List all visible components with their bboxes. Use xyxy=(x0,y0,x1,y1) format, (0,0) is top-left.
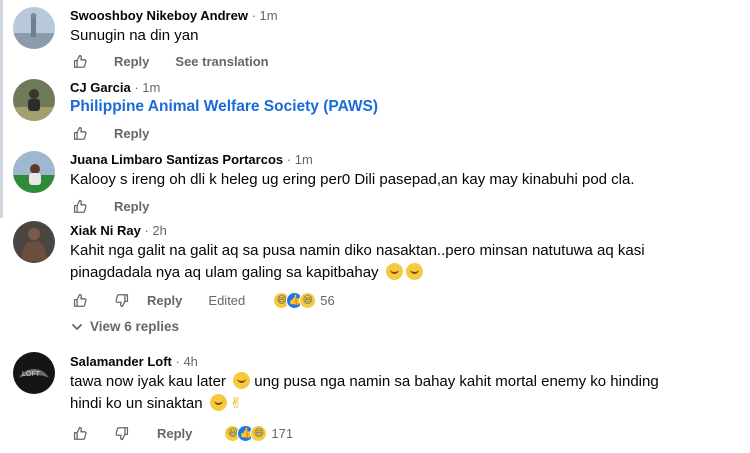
see-translation-link[interactable]: See translation xyxy=(175,54,268,69)
view-replies-button[interactable]: View 6 replies xyxy=(70,319,179,334)
svg-text:LOFT: LOFT xyxy=(22,371,41,378)
reply-button[interactable]: Reply xyxy=(114,54,149,69)
reaction-count: 56 xyxy=(320,292,335,308)
author-name[interactable]: Swooshboy Nikeboy Andrew xyxy=(70,8,248,23)
avatar[interactable] xyxy=(13,221,55,263)
timestamp[interactable]: 1m xyxy=(260,8,278,23)
grinning-emoji-icon xyxy=(385,263,403,280)
separator: · xyxy=(144,223,149,238)
reactions-summary[interactable]: 😄 👍 😆 56 xyxy=(273,291,335,309)
timestamp[interactable]: 2h xyxy=(152,223,166,238)
reaction-count: 171 xyxy=(271,425,294,441)
dislike-icon[interactable] xyxy=(111,423,131,443)
reply-button[interactable]: Reply xyxy=(157,426,192,441)
comment-text-line2: hindi ko un sinaktan xyxy=(70,395,203,412)
comment-text-line1-wrapper: tawa now iyak kau later ung pusa nga nam… xyxy=(70,371,659,393)
comment-text-line1b: ung pusa nga namin sa bahay kahit mortal… xyxy=(254,373,659,390)
reply-button[interactable]: Reply xyxy=(147,293,182,308)
dislike-icon[interactable] xyxy=(111,290,131,310)
avatar[interactable]: LOFT xyxy=(13,352,55,394)
reply-button[interactable]: Reply xyxy=(114,126,149,141)
like-icon[interactable] xyxy=(70,290,90,310)
thread-line xyxy=(0,0,3,218)
comment-text: Kalooy s ireng oh dli k heleg ug ering p… xyxy=(70,171,635,188)
laugh-reaction-icon: 😆 xyxy=(299,291,317,309)
like-icon[interactable] xyxy=(70,123,90,143)
avatar[interactable] xyxy=(13,7,55,49)
peace-sign-icon: ✌ xyxy=(229,395,243,412)
author-name[interactable]: CJ Garcia xyxy=(70,80,131,95)
author-name[interactable]: Juana Limbaro Santizas Portarcos xyxy=(70,152,283,167)
author-name[interactable]: Salamander Loft xyxy=(70,354,172,369)
laughing-emoji-icon xyxy=(405,263,423,280)
like-icon[interactable] xyxy=(70,196,90,216)
comment-text: Sunugin na din yan xyxy=(70,27,199,44)
comment-text-line2-wrapper: pinagdadala nya aq ulam galing sa kapitb… xyxy=(70,262,423,284)
mentioned-page-link[interactable]: Philippine Animal Welfare Society (PAWS) xyxy=(70,96,378,118)
avatar[interactable] xyxy=(13,79,55,121)
avatar[interactable] xyxy=(13,151,55,193)
edited-label[interactable]: Edited xyxy=(208,293,245,308)
separator: · xyxy=(134,80,139,95)
reactions-summary[interactable]: 😆 👍 😄 171 xyxy=(224,424,294,442)
separator: · xyxy=(175,354,180,369)
view-replies-label: View 6 replies xyxy=(90,319,180,334)
separator: · xyxy=(251,8,256,23)
chevron-down-icon xyxy=(72,323,82,330)
timestamp[interactable]: 1m xyxy=(295,152,313,167)
haha-reaction-icon: 😄 xyxy=(250,424,268,442)
timestamp[interactable]: 4h xyxy=(183,354,197,369)
comment-text-line1: Kahit nga galit na galit aq sa pusa nami… xyxy=(70,242,645,259)
timestamp[interactable]: 1m xyxy=(142,80,160,95)
like-icon[interactable] xyxy=(70,51,90,71)
reply-button[interactable]: Reply xyxy=(114,199,149,214)
author-name[interactable]: Xiak Ni Ray xyxy=(70,223,141,238)
separator: · xyxy=(286,152,292,167)
laughing-emoji-icon xyxy=(233,372,251,389)
laughing-emoji-icon xyxy=(209,394,227,411)
comment-text-line1: tawa now iyak kau later xyxy=(70,373,226,390)
comment-text-line2-wrapper: hindi ko un sinaktan ✌ xyxy=(70,393,242,415)
comment-text-line2: pinagdadala nya aq ulam galing sa kapitb… xyxy=(70,264,379,281)
like-icon[interactable] xyxy=(70,423,90,443)
